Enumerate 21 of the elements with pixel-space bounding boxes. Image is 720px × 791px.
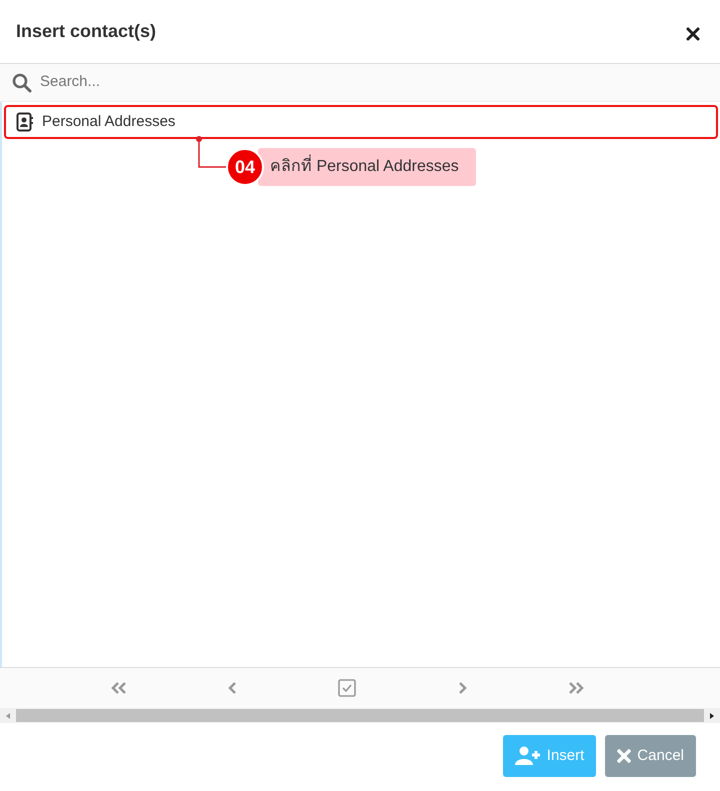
address-book-icon: [16, 112, 34, 132]
next-page-icon[interactable]: [457, 681, 467, 695]
callout-label: คลิกที่ Personal Addresses: [258, 148, 476, 186]
scroll-right-icon[interactable]: [708, 712, 716, 720]
cancel-button[interactable]: Cancel: [605, 735, 696, 777]
first-page-icon[interactable]: [110, 681, 128, 695]
step-number: 04: [226, 148, 264, 186]
previous-page-icon[interactable]: [228, 681, 238, 695]
scroll-left-icon[interactable]: [4, 712, 12, 720]
search-input[interactable]: Search...: [40, 71, 708, 94]
dialog-title: Insert contact(s): [16, 20, 156, 43]
address-book-item[interactable]: Personal Addresses: [4, 105, 718, 139]
search-icon: [12, 72, 32, 92]
close-icon: [617, 749, 632, 763]
checkbox-icon[interactable]: [338, 679, 356, 697]
item-label: Personal Addresses: [42, 112, 176, 132]
last-page-icon[interactable]: [567, 681, 585, 695]
search-field[interactable]: Search...: [0, 64, 720, 102]
insert-button[interactable]: Insert: [502, 735, 596, 777]
add-user-icon: [514, 746, 541, 766]
close-icon[interactable]: [686, 26, 700, 40]
